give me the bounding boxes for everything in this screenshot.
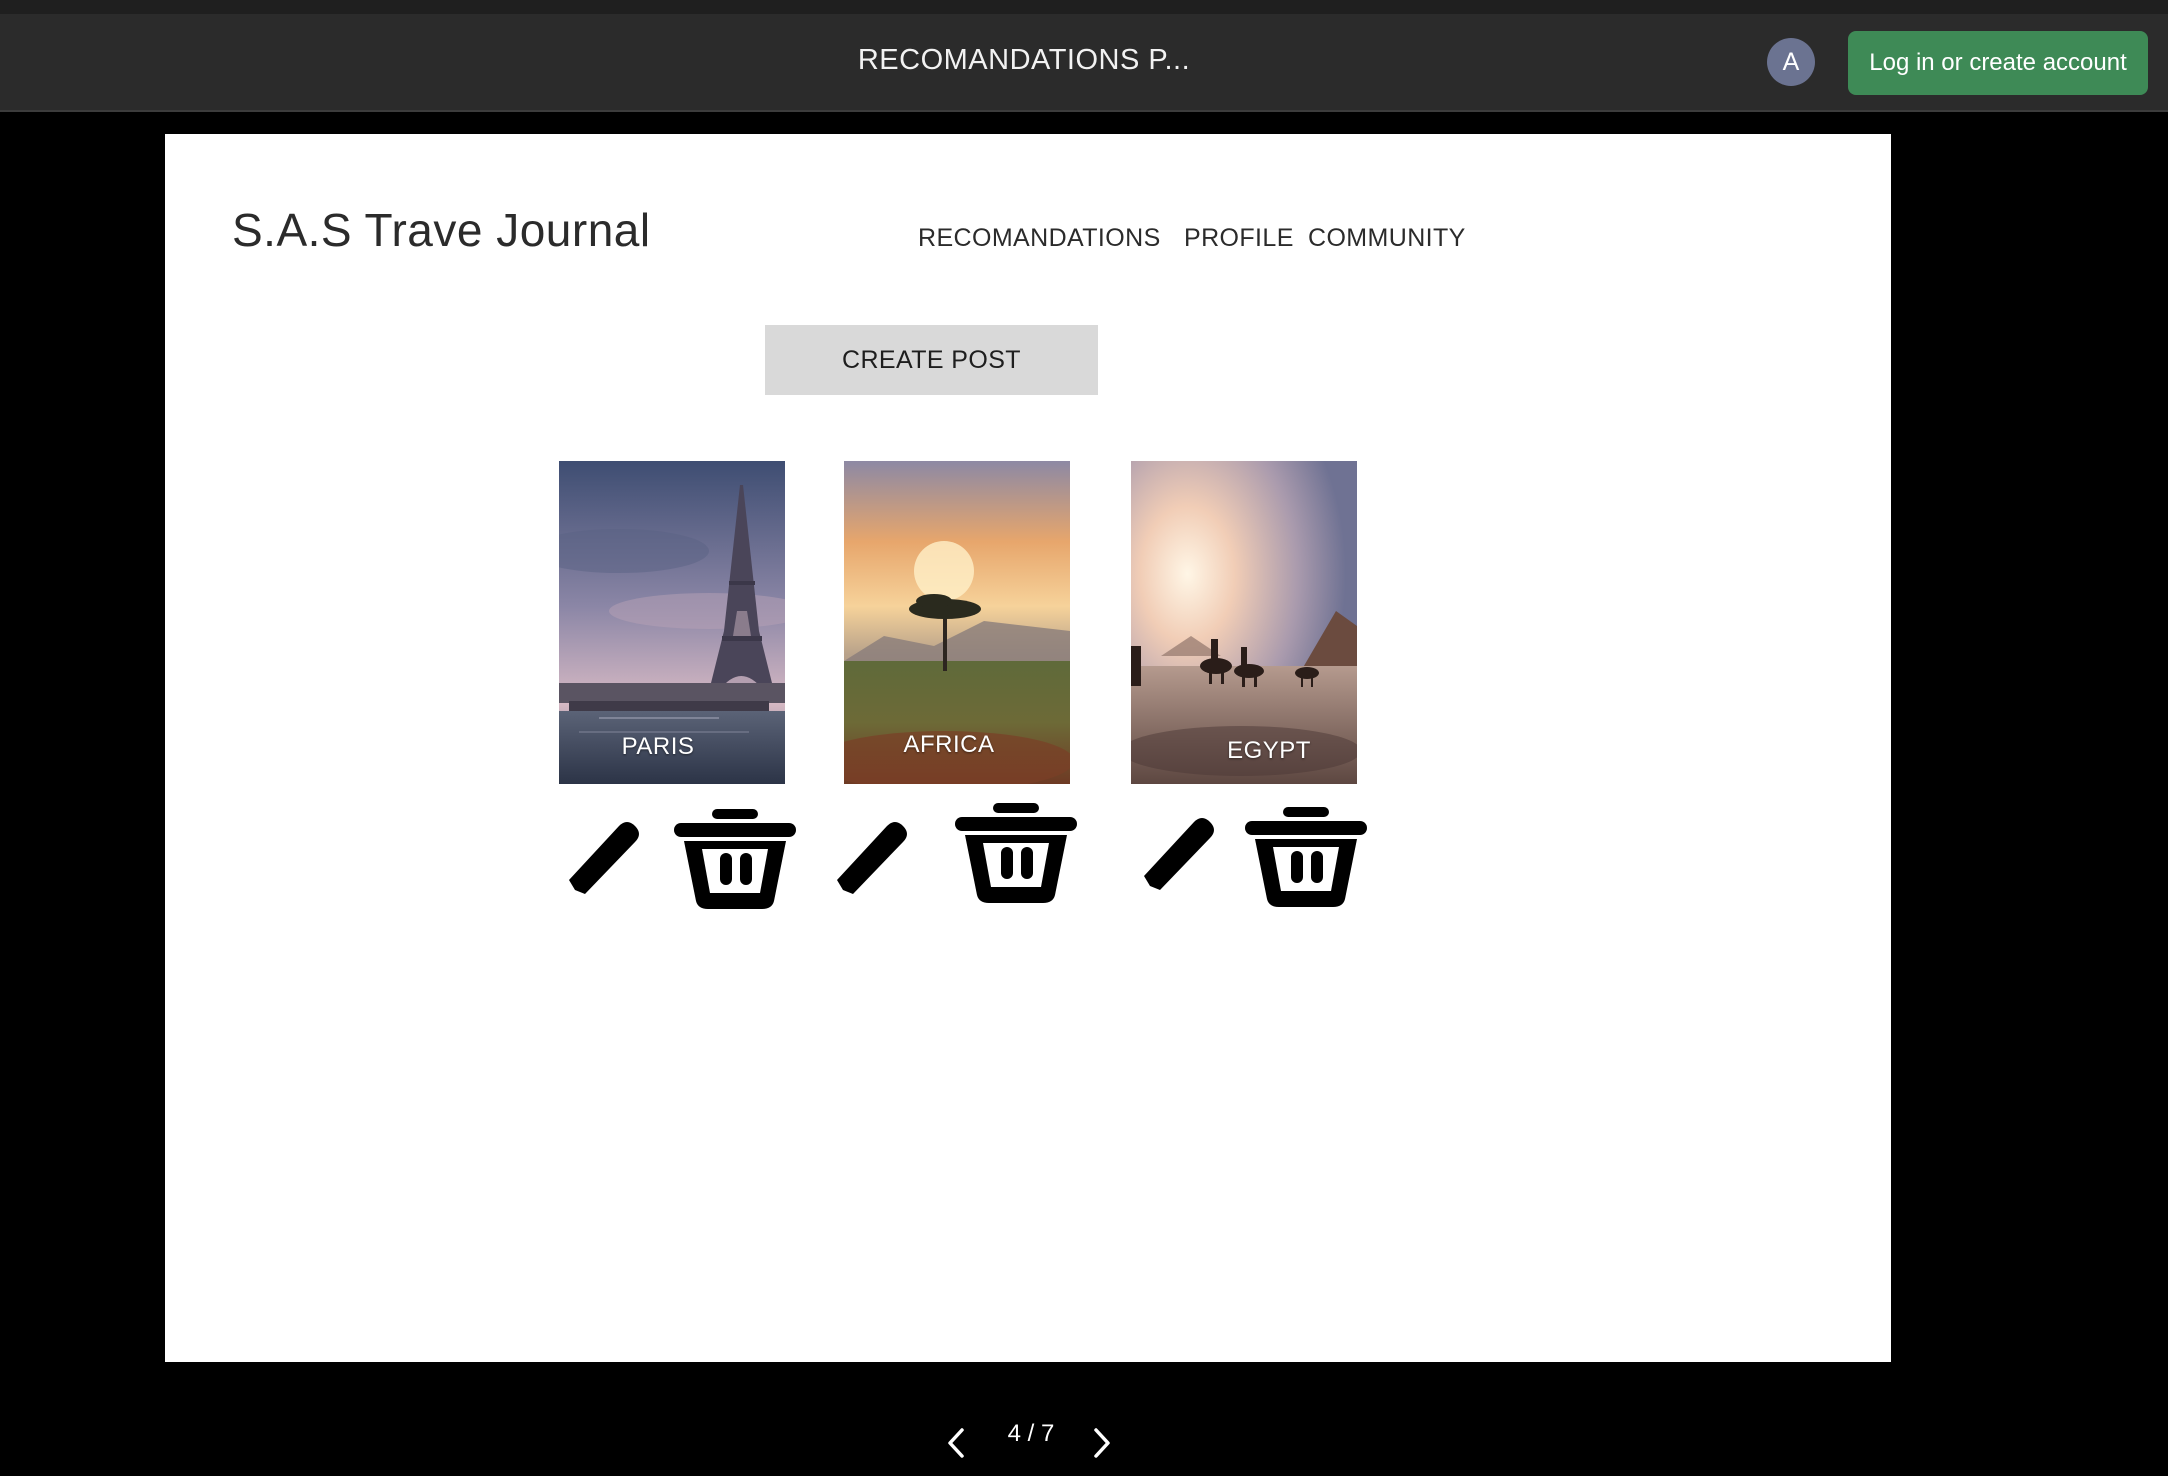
site-brand: S.A.S Trave Journal bbox=[232, 204, 651, 256]
pencil-icon[interactable] bbox=[1136, 808, 1226, 898]
pyramids-camels-photo bbox=[1131, 461, 1357, 784]
card-label-egypt: EGYPT bbox=[1227, 737, 1311, 764]
document-title: RECOMANDATIONS P... bbox=[857, 44, 1191, 76]
app-bar: RECOMANDATIONS P... A Log in or create a… bbox=[0, 14, 2168, 112]
nav-link-profile[interactable]: PROFILE bbox=[1184, 224, 1294, 253]
nav-link-recommendations[interactable]: RECOMANDATIONS bbox=[918, 224, 1161, 253]
trash-icon[interactable] bbox=[953, 799, 1079, 907]
chevron-right-icon[interactable] bbox=[1090, 1418, 1114, 1468]
trash-icon[interactable] bbox=[1243, 803, 1369, 911]
pencil-icon[interactable] bbox=[561, 812, 651, 902]
trash-icon[interactable] bbox=[672, 805, 798, 913]
destination-card-egypt[interactable]: EGYPT bbox=[1131, 461, 1357, 784]
user-avatar[interactable]: A bbox=[1767, 38, 1815, 86]
destination-card-africa[interactable]: AFRICA bbox=[844, 461, 1070, 784]
slide-canvas: S.A.S Trave Journal RECOMANDATIONS PROFI… bbox=[165, 134, 1891, 1362]
card-label-paris: PARIS bbox=[621, 733, 695, 760]
create-post-button[interactable]: CREATE POST bbox=[765, 325, 1098, 395]
login-button[interactable]: Log in or create account bbox=[1848, 31, 2148, 95]
pencil-icon[interactable] bbox=[829, 812, 919, 902]
page-indicator: 4 / 7 bbox=[1007, 1420, 1055, 1447]
destination-card-paris[interactable]: PARIS bbox=[559, 461, 785, 784]
chevron-left-icon[interactable] bbox=[944, 1418, 968, 1468]
card-label-africa: AFRICA bbox=[903, 731, 995, 758]
window-top-strip bbox=[0, 0, 2168, 15]
nav-link-community[interactable]: COMMUNITY bbox=[1308, 224, 1466, 253]
